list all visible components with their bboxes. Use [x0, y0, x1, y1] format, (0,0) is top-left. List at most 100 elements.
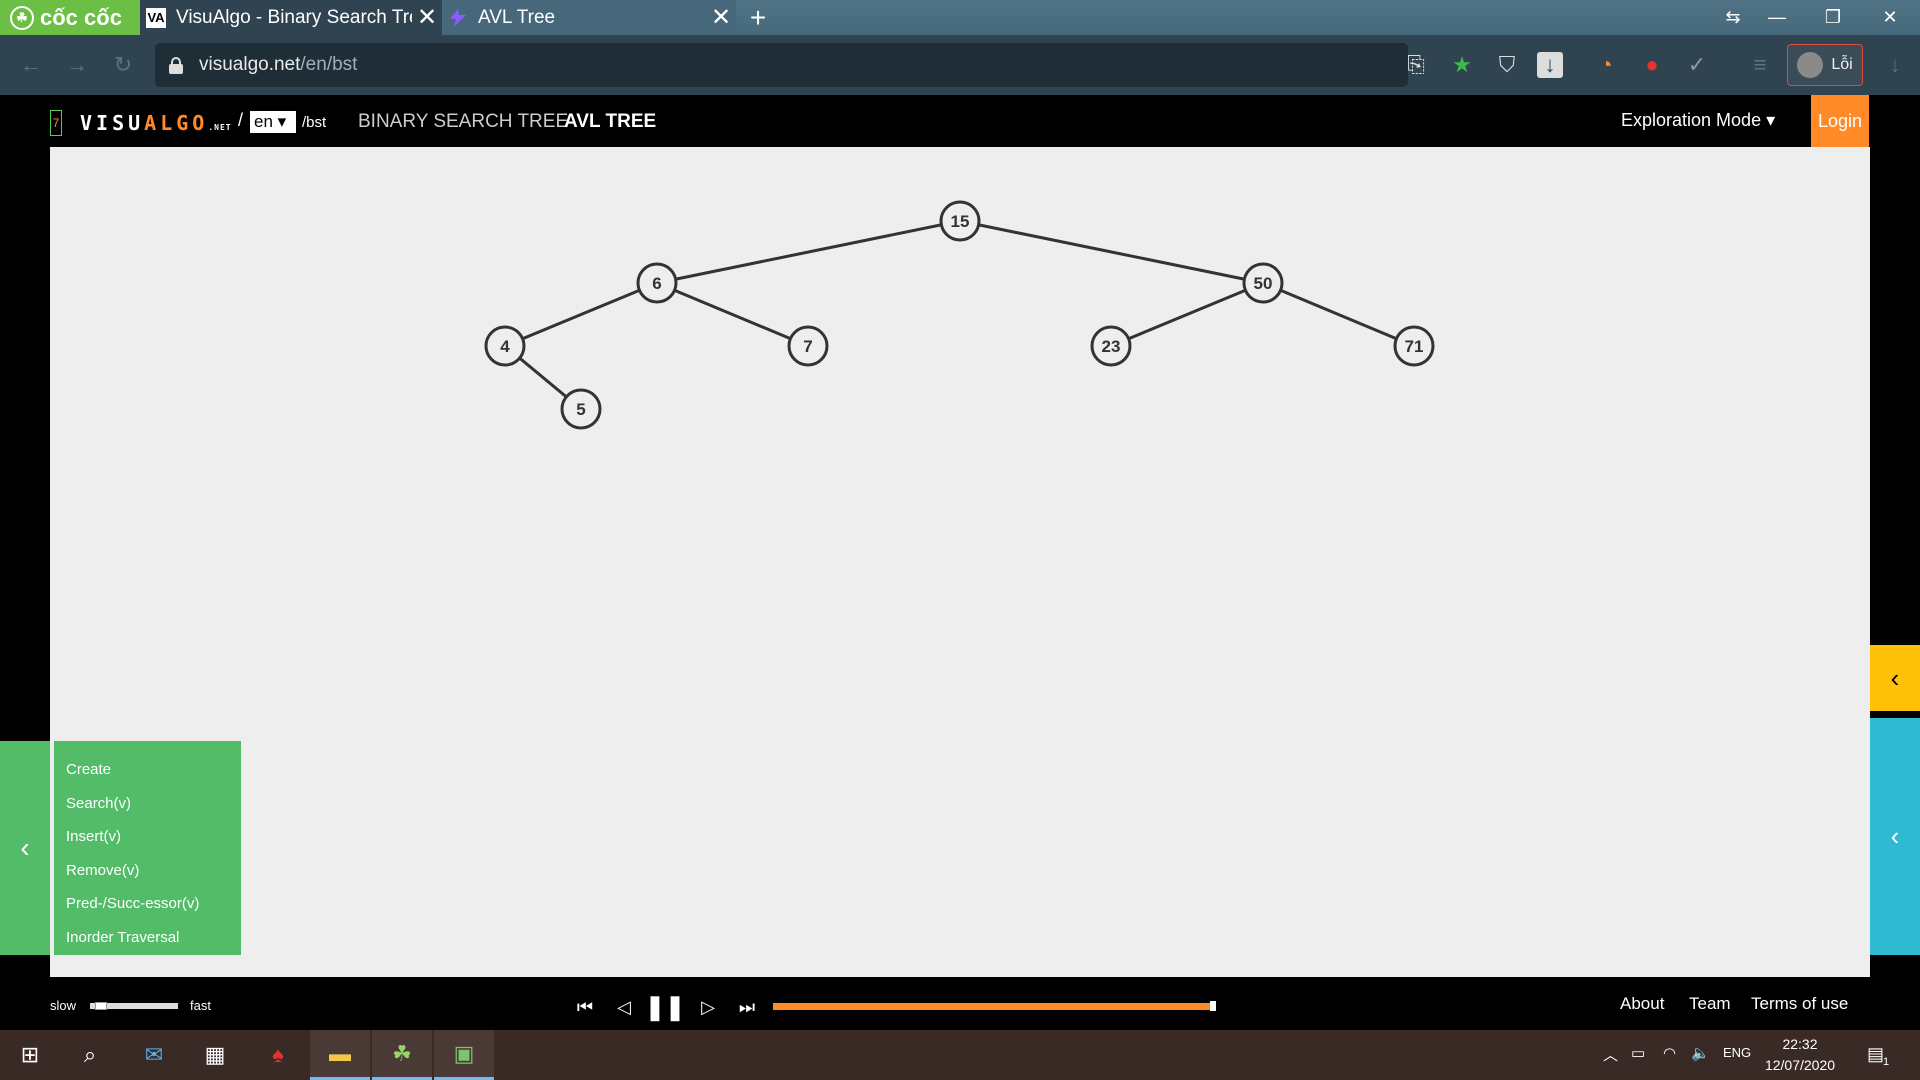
tree-node-label: 23 [1102, 337, 1121, 356]
shield-icon[interactable]: ⛉ [1492, 50, 1522, 80]
reload-icon[interactable]: ↻ [108, 50, 138, 80]
nav-avl-tree[interactable]: AVL TREE [564, 111, 656, 133]
tree-node-label: 6 [652, 274, 661, 293]
close-tab-icon[interactable]: ✕ [706, 3, 736, 32]
tab-switch-icon[interactable]: ⇆ [1708, 0, 1758, 35]
address-bar[interactable]: visualgo.net/en/bst [155, 43, 1408, 87]
tray-chevron-icon[interactable]: ︿ [1603, 1044, 1618, 1065]
profile-button[interactable]: Lỗi [1787, 44, 1863, 86]
close-window-icon[interactable]: ✕ [1865, 0, 1915, 35]
browser-tab-avl[interactable]: AVL Tree ✕ [442, 0, 736, 35]
menu-remove[interactable]: Remove(v) [54, 854, 241, 888]
speed-slow-label: slow [50, 998, 77, 1013]
tab-title: AVL Tree [478, 6, 556, 28]
minimize-icon[interactable]: — [1752, 0, 1802, 35]
tree-node-6[interactable]: 6 [636, 262, 678, 304]
tree-node-label: 71 [1405, 337, 1424, 356]
download-icon[interactable]: ↓ [1537, 52, 1563, 78]
footer-team-link[interactable]: Team [1689, 994, 1731, 1014]
speed-fast-label: fast [190, 998, 211, 1013]
menu-inorder-traversal[interactable]: Inorder Traversal [54, 921, 241, 955]
coccoc-menu-button[interactable]: ☘ cốc cốc [0, 0, 140, 35]
progress-knob[interactable] [1210, 1001, 1216, 1011]
restore-icon[interactable]: ❐ [1808, 0, 1858, 35]
tree-node-71[interactable]: 71 [1393, 325, 1435, 367]
url-path: /en/bst [300, 54, 358, 75]
pause-icon[interactable]: ❚❚ [645, 994, 685, 1021]
check-icon[interactable]: ✓ [1682, 50, 1712, 80]
mail-icon[interactable]: ✉ [124, 1030, 184, 1080]
visualization-canvas[interactable]: 15 6 50 4 7 23 71 5 [50, 147, 1870, 977]
tree-edge-6-4 [504, 281, 658, 348]
step-backward-icon[interactable]: ◁ [610, 995, 638, 1019]
menu-create[interactable]: Create [54, 753, 241, 787]
footer-terms-link[interactable]: Terms of use [1751, 994, 1848, 1014]
menu-pred-succ[interactable]: Pred-/Succ-essor(v) [54, 887, 241, 921]
language-select[interactable]: en ▾ [250, 111, 296, 133]
collapse-actions-button[interactable]: ‹ [0, 741, 50, 955]
windows-start-icon[interactable]: ⊞ [0, 1030, 60, 1080]
tree-node-label: 4 [500, 337, 510, 356]
tree-node-50[interactable]: 50 [1242, 262, 1284, 304]
nav-binary-search-tree[interactable]: BINARY SEARCH TREE [358, 111, 568, 133]
speed-slider-thumb[interactable] [95, 1002, 107, 1010]
avl-favicon-icon [448, 8, 468, 28]
exploration-mode-dropdown[interactable]: Exploration Mode ▾ [1621, 110, 1775, 131]
visualgo-logo[interactable]: VISUALGO.NET [80, 111, 232, 135]
search-icon[interactable]: ⌕ [60, 1030, 120, 1080]
translate-icon[interactable]: ⎘ [1401, 50, 1431, 80]
reading-list-icon[interactable]: ≡ [1745, 50, 1775, 80]
actions-menu: Create Search(v) Insert(v) Remove(v) Pre… [54, 741, 241, 955]
url-host: visualgo.net [199, 54, 301, 75]
url-path-label: /bst [302, 114, 327, 131]
input-language[interactable]: ENG [1723, 1045, 1751, 1060]
tree-node-5[interactable]: 5 [560, 388, 602, 430]
codetrace-panel-toggle[interactable]: ‹ [1870, 718, 1920, 955]
status-panel-toggle[interactable]: ‹ [1870, 645, 1920, 711]
download-arrow-icon[interactable]: ↓ [1880, 50, 1910, 80]
taskbar-clock[interactable]: 22:32 12/07/2020 [1760, 1034, 1840, 1076]
coccoc-taskbar-icon[interactable]: ☘ [372, 1030, 432, 1080]
new-tab-button[interactable]: + [742, 0, 774, 35]
tree-node-23[interactable]: 23 [1090, 325, 1132, 367]
close-tab-icon[interactable]: ✕ [412, 3, 442, 32]
store-icon[interactable]: ▦ [185, 1030, 245, 1080]
tree-node-label: 15 [951, 212, 970, 231]
notification-count: 1 [1883, 1056, 1890, 1068]
tree-node-4[interactable]: 4 [484, 325, 526, 367]
tree-edge-50-23 [1110, 281, 1264, 348]
bookmark-star-icon[interactable]: ★ [1447, 50, 1477, 80]
image-app-icon[interactable]: ▣ [434, 1030, 494, 1080]
logo-algo: ALGO [144, 111, 209, 135]
login-button[interactable]: Login [1811, 95, 1869, 147]
wifi-icon[interactable]: ◠ [1663, 1044, 1676, 1062]
adblock-icon[interactable]: ● [1637, 50, 1667, 80]
file-explorer-icon[interactable]: ▬ [310, 1030, 370, 1080]
tree-edge-6-7 [656, 281, 809, 348]
logo-net: .NET [208, 123, 232, 132]
clock-date: 12/07/2020 [1764, 1057, 1836, 1073]
footer-about-link[interactable]: About [1620, 994, 1664, 1014]
predator-app-icon[interactable]: ♠ [248, 1030, 308, 1080]
back-icon[interactable]: ← [16, 50, 46, 80]
notifications-icon[interactable]: ▤ [1867, 1044, 1884, 1065]
tree-node-7[interactable]: 7 [787, 325, 829, 367]
avatar [1797, 52, 1824, 78]
tree-node-label: 50 [1254, 274, 1273, 293]
volume-icon[interactable]: 🔈 [1691, 1044, 1710, 1062]
animation-progress-bar[interactable] [773, 1003, 1215, 1010]
go-to-start-icon[interactable]: ⏮ [571, 995, 599, 1019]
tree-svg: 15 6 50 4 7 23 71 5 [484, 200, 1435, 430]
go-to-end-icon[interactable]: ⏭ [733, 995, 761, 1019]
lock-icon [169, 57, 183, 74]
menu-insert[interactable]: Insert(v) [54, 820, 241, 854]
forward-icon[interactable]: → [62, 50, 92, 80]
step-forward-icon[interactable]: ▷ [694, 995, 722, 1019]
tree-edge-50-71 [1262, 281, 1415, 348]
coccoc-logo-icon: ☘ [10, 5, 34, 30]
battery-icon[interactable]: ▭ [1631, 1044, 1645, 1062]
menu-search[interactable]: Search(v) [54, 787, 241, 821]
tree-node-15[interactable]: 15 [939, 200, 981, 242]
extension-refresh-icon[interactable]: ◔ [1591, 50, 1621, 80]
browser-tab-visualgo[interactable]: VA VisuAlgo - Binary Search Tree ✕ [140, 0, 442, 35]
